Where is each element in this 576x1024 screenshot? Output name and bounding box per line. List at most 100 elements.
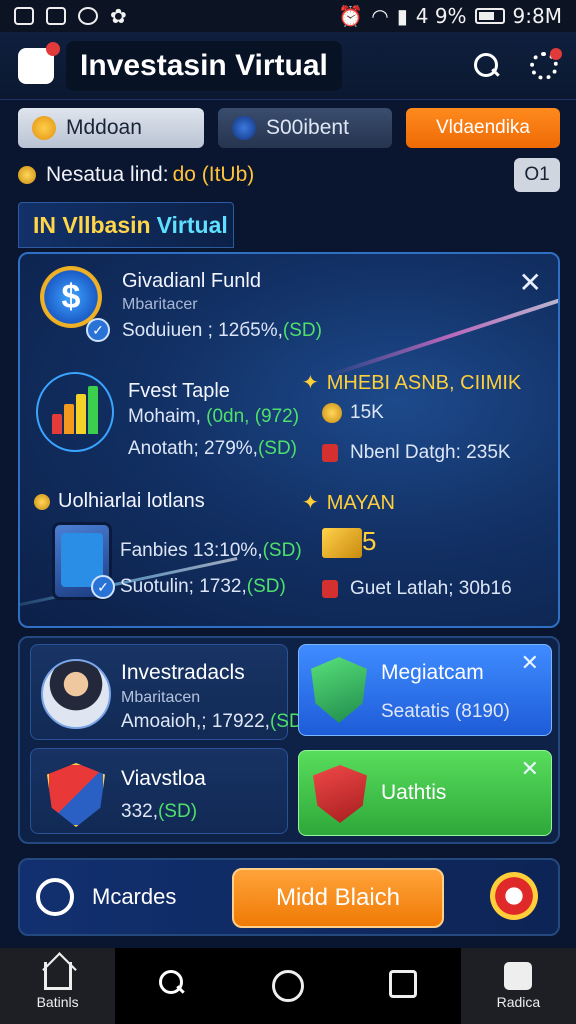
loans-line-2: Suotulin; 1732,(SD) (120, 576, 286, 597)
uathtis-card[interactable]: ✕ Uathtis (298, 750, 552, 836)
investor-card[interactable]: Investradacls Mbaritacen Amoaioh,; 17922… (30, 644, 309, 740)
balance-button[interactable]: O1 (514, 158, 560, 192)
section-title: IN Vllbasin (33, 211, 151, 238)
viavstloa-line: 332,(SD) (121, 801, 198, 822)
calendar-check-icon (389, 970, 418, 998)
close-icon[interactable]: ✕ (521, 651, 539, 676)
investment-table-item[interactable]: Fvest Taple Mohaim, (0dn, (972) Anotath;… (36, 372, 316, 472)
loans-line-1: Fanbies 13:10%,(SD) (120, 540, 302, 561)
search-icon (158, 970, 187, 998)
fund-line: Soduiuen ; 12б5%,(SD) (122, 320, 322, 341)
clock: 9:8M (512, 4, 562, 28)
fan-icon: ✿ (110, 5, 127, 28)
chip-label: Vldaendika (435, 117, 531, 138)
gold-bar-icon (322, 528, 362, 559)
close-icon[interactable]: ✕ (519, 266, 542, 299)
settings-icon[interactable] (530, 47, 562, 80)
section-title-accent: Virtual (156, 211, 228, 238)
promo-heading-2: ✦ MAYAN (302, 490, 395, 514)
uathtis-title: Uathtis (381, 781, 447, 804)
shield-icon (232, 116, 256, 140)
section-tab[interactable]: IN Vllbasin Virtual (18, 202, 234, 248)
promo-amount-2: 5 (322, 526, 376, 559)
alert-icon (322, 579, 338, 598)
alert-icon (322, 443, 338, 462)
fund-sub: Mbaritacer (122, 296, 198, 313)
coin-icon (322, 402, 342, 423)
status-bar: ✿ ⏰ ◠ ▮ 4 9% 9:8M (0, 0, 576, 32)
viavstloa-card[interactable]: Viavstloa 332,(SD) (30, 748, 288, 834)
message-icon (46, 7, 66, 25)
nav-home[interactable]: Batinls (0, 948, 116, 1024)
megiatcam-title: Megiatcam (381, 661, 484, 684)
check-badge-icon: ✓ (91, 575, 115, 599)
shield-icon (47, 763, 105, 827)
action-bar: Mcardes Midd Blaich (18, 858, 560, 936)
nav-home-circle[interactable] (230, 948, 345, 1024)
table-line-1: Mohaim, (0dn, (972) (128, 406, 300, 427)
coin-icon (34, 493, 50, 510)
investor-title: Investradacls (121, 661, 245, 684)
growth-chart-icon (36, 372, 114, 452)
bag-icon (504, 962, 533, 990)
tablet-icon: ✓ (52, 522, 115, 600)
title-box: Investasin Virtual (66, 40, 342, 91)
fund-title: Givadianl Funld (122, 270, 261, 292)
chip-vldaendika[interactable]: Vldaendika (406, 108, 560, 148)
table-line-2: Anotath; 279%,(SD) (128, 438, 297, 459)
loans-item[interactable]: Uolhiarlai lotlans ✓ Fanbies 13:10%,(SD)… (34, 490, 334, 610)
investor-sub: Mbaritacen (121, 689, 201, 706)
chip-s00ibent[interactable]: S00ibent (218, 108, 392, 148)
chip-label: S00ibent (266, 116, 349, 139)
dollar-icon: $ ✓ (40, 266, 110, 342)
check-badge-icon: ✓ (86, 318, 110, 342)
alarm-icon: ⏰ (338, 4, 364, 28)
featured-panel: ✕ $ ✓ Givadianl Funld Mbaritacer Soduiue… (18, 252, 560, 628)
megiatcam-card[interactable]: ✕ Megiatcam Seatatis (8190) (298, 644, 552, 736)
loans-title: Uolhiarlai lotlans (34, 490, 205, 513)
battery-icon (474, 8, 505, 24)
notification-icon (14, 7, 34, 25)
balance-label: Nesatua lind: (46, 163, 169, 186)
avatar (41, 659, 111, 729)
coin-shield-icon (313, 765, 367, 823)
app-logo-icon[interactable] (18, 41, 60, 84)
app-bar: Investasin Virtual (0, 32, 576, 100)
promo-heading-1: ✦ MHEBI ASNB, CIIMIK (302, 370, 522, 394)
wifi-icon: ◠ (371, 4, 389, 28)
home-icon (43, 962, 72, 990)
balance-row: Nesatua lind: do (ItUb) O1 (18, 158, 560, 192)
table-title: Fvest Taple (128, 380, 230, 402)
promo-amount-1: 15K (322, 402, 384, 424)
bottom-nav: Batinls Radica (0, 948, 576, 1024)
investor-line: Amoaioh,; 17922,(SD) (121, 711, 310, 732)
circle-icon (272, 970, 304, 1002)
chip-label: Mddoan (66, 116, 142, 139)
primary-action-button[interactable]: Midd Blaich (232, 868, 444, 928)
fund-item[interactable]: $ ✓ Givadianl Funld Mbaritacer Soduiuen … (40, 266, 340, 356)
app-notification-icon (78, 7, 98, 25)
signal-icon: ▮ (396, 4, 408, 28)
nav-search[interactable] (115, 948, 230, 1024)
search-icon[interactable] (474, 52, 500, 79)
nav-tasks[interactable] (346, 948, 461, 1024)
chip-mddoan[interactable]: Mddoan (18, 108, 204, 148)
close-icon[interactable]: ✕ (521, 757, 539, 782)
action-label[interactable]: Mcardes (92, 884, 176, 910)
sparkle-icon: ✦ (302, 490, 319, 514)
coin-icon (32, 116, 56, 140)
nav-label: Radica (496, 994, 541, 1010)
sparkle-icon: ✦ (302, 370, 319, 394)
filter-chips: Mddoan S00ibent Vldaendika (18, 108, 560, 148)
nav-portfolio[interactable]: Radica (460, 948, 576, 1024)
balance-value: do (ItUb) (172, 163, 255, 186)
nav-label: Batinls (36, 994, 79, 1010)
promo-detail-1: Nbenl Datgh: 235K (322, 442, 511, 464)
megiatcam-line: Seatatis (8190) (381, 701, 510, 722)
portfolio-grid: Investradacls Mbaritacen Amoaioh,; 17922… (18, 636, 560, 844)
reward-icon[interactable] (490, 872, 538, 920)
refresh-icon[interactable] (36, 878, 74, 916)
light-streak (325, 293, 558, 379)
money-shield-icon (311, 657, 367, 723)
page-title: Investasin Virtual (80, 48, 328, 82)
